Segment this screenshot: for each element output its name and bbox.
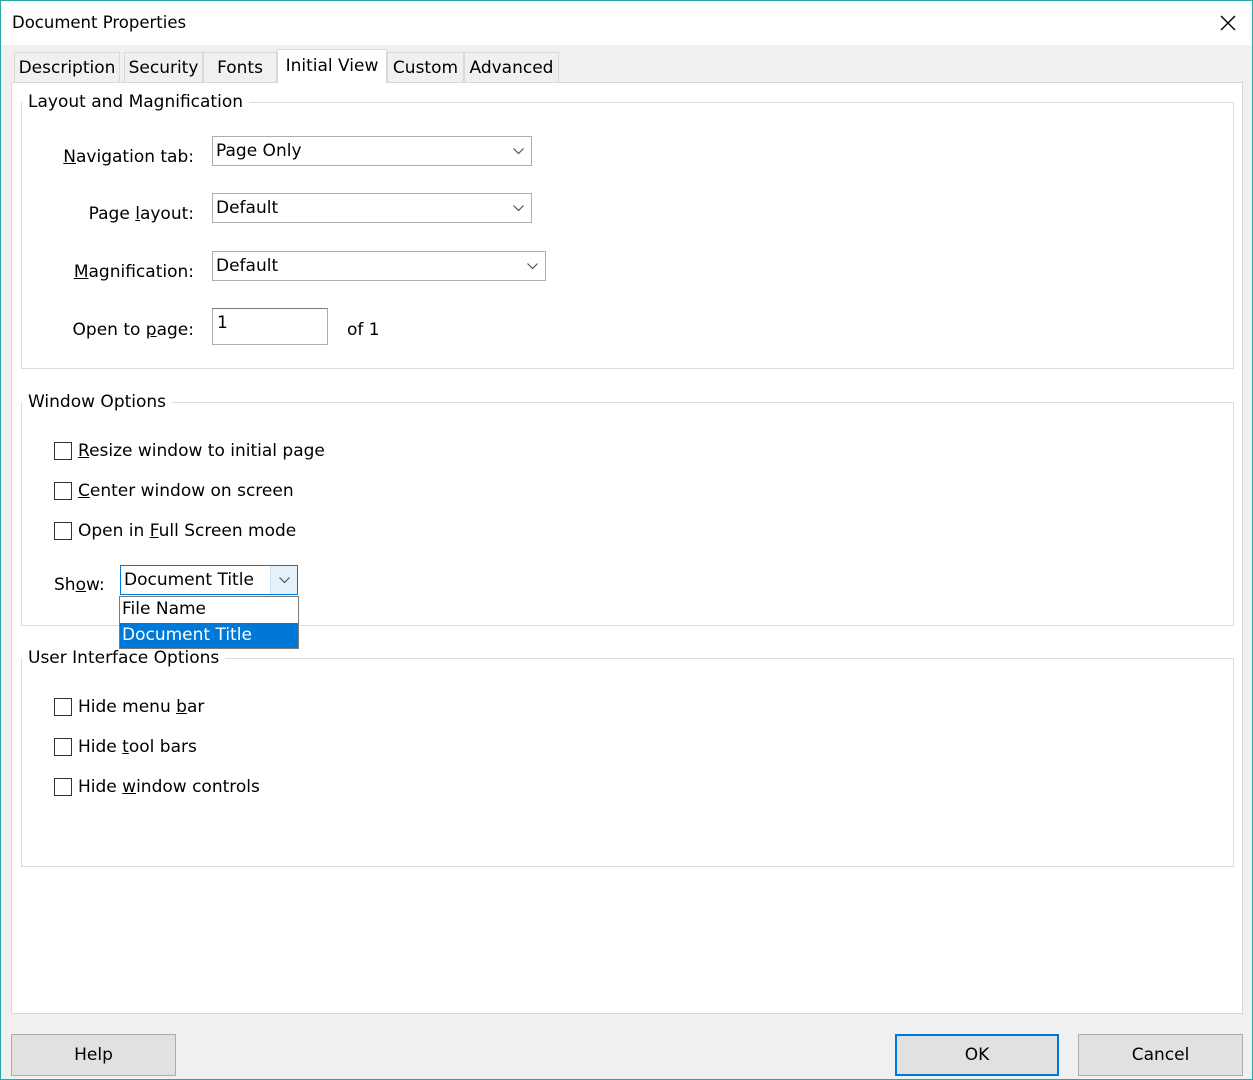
tab-label: Description [18,58,116,78]
tab-security[interactable]: Security [124,52,203,82]
title-bar: Document Properties [1,1,1252,45]
center-window-checkbox[interactable] [54,482,72,500]
tab-advanced[interactable]: Advanced [464,52,559,82]
hide-window-controls-label: Hide window controls [78,777,260,797]
full-screen-label: Open in Full Screen mode [78,521,297,541]
hide-window-controls-checkbox[interactable] [54,778,72,796]
tab-label: Initial View [285,56,379,76]
layout-magnification-title: Layout and Magnification [22,92,249,112]
show-option-document-title[interactable]: Document Title [120,623,298,648]
tab-initial-view[interactable]: Initial View [277,49,387,83]
full-screen-checkbox[interactable] [54,522,72,540]
show-label: Show: [54,575,105,595]
resize-window-label: Resize window to initial page [78,441,325,461]
hide-tool-bars-checkbox[interactable] [54,738,72,756]
close-icon [1220,15,1236,31]
show-option-file-name[interactable]: File Name [120,597,298,622]
tab-label: Fonts [217,58,263,78]
resize-window-checkbox[interactable] [54,442,72,460]
combo-arrow [519,252,545,280]
show-value: Document Title [124,570,254,590]
page-count-text: of 1 [347,320,380,340]
magnification-label: Magnification: [73,262,194,282]
open-to-page-input[interactable]: 1 [212,308,328,345]
navigation-tab-select[interactable]: Page Only [212,136,532,166]
help-button[interactable]: Help [11,1034,176,1076]
navigation-tab-label: Navigation tab: [63,147,194,167]
chevron-down-icon [513,148,524,155]
open-to-page-value: 1 [217,313,228,333]
hide-menu-bar-label: Hide menu bar [78,697,205,717]
layout-magnification-group [21,102,1234,369]
document-properties-dialog: Document Properties Description Security… [0,0,1253,1080]
page-layout-value: Default [216,198,279,218]
center-window-label: Center window on screen [78,481,294,501]
window-title: Document Properties [12,13,187,32]
tab-description[interactable]: Description [14,52,120,82]
navigation-tab-value: Page Only [216,141,302,161]
combo-arrow [270,566,297,594]
page-layout-select[interactable]: Default [212,193,532,223]
magnification-select[interactable]: Default [212,251,546,281]
chevron-down-icon [279,577,290,584]
magnification-value: Default [216,256,279,276]
chevron-down-icon [527,263,538,270]
page-layout-label: Page layout: [88,204,194,224]
ok-button[interactable]: OK [895,1034,1059,1076]
open-to-page-label: Open to page: [72,320,194,340]
combo-arrow [505,137,531,165]
close-button[interactable] [1204,1,1252,45]
combo-arrow [505,194,531,222]
window-options-title: Window Options [22,392,173,412]
tab-fonts[interactable]: Fonts [203,52,277,82]
user-interface-options-group [21,658,1234,867]
tab-label: Security [128,58,199,78]
show-select[interactable]: Document Title [120,565,298,595]
cancel-button[interactable]: Cancel [1078,1034,1243,1076]
hide-menu-bar-checkbox[interactable] [54,698,72,716]
tab-label: Advanced [469,58,554,78]
tab-label: Custom [392,58,459,78]
tab-panel-initial-view: Layout and Magnification Navigation tab:… [11,82,1243,1014]
chevron-down-icon [513,205,524,212]
hide-tool-bars-label: Hide tool bars [78,737,197,757]
user-interface-options-title: User Interface Options [22,648,226,668]
tab-custom[interactable]: Custom [387,52,464,82]
show-dropdown-list: File Name Document Title [119,596,299,649]
